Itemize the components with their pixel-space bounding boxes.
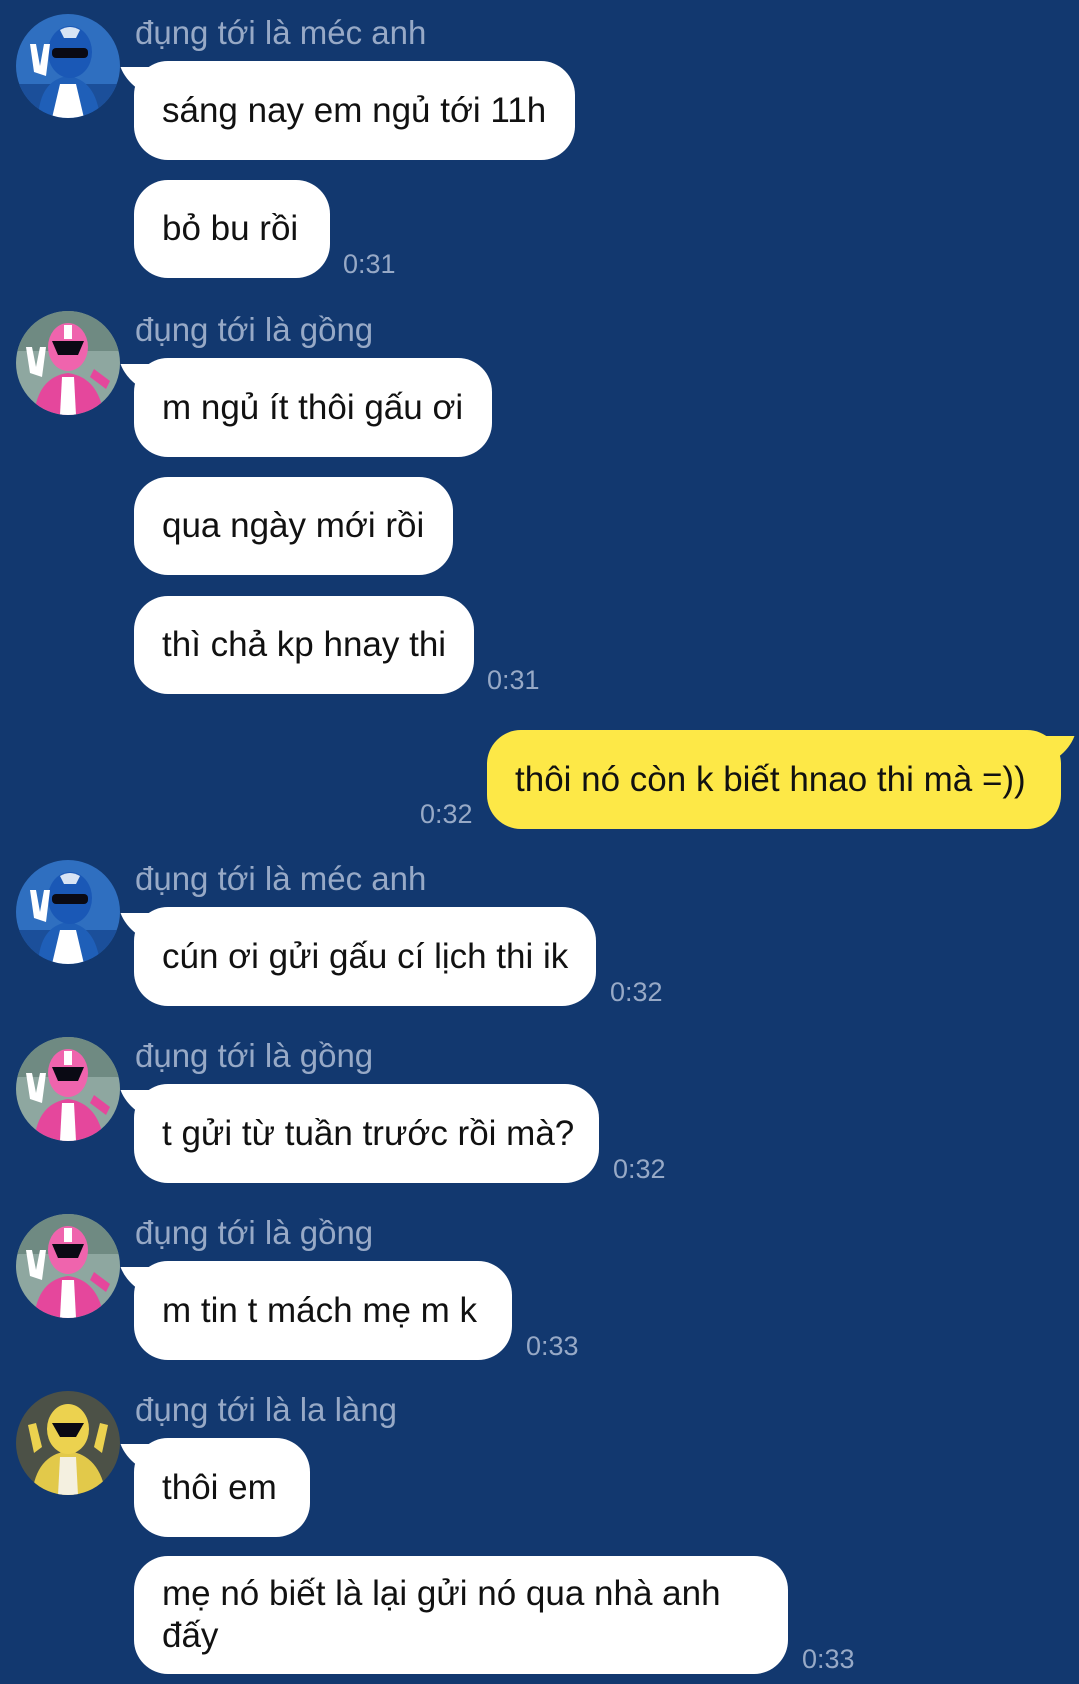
sender-name: đụng tới là la làng [135, 1391, 397, 1428]
message-time: 0:32 [613, 1154, 666, 1184]
message-bubble[interactable]: sáng nay em ngủ tới 11h [120, 61, 575, 160]
message-bubble[interactable]: m ngủ ít thôi gấu ơi [120, 358, 492, 457]
message-bubble[interactable]: qua ngày mới rồi [134, 477, 453, 575]
sender-name: đụng tới là méc anh [135, 14, 427, 51]
blue-ranger-avatar[interactable] [16, 14, 120, 118]
message-time: 0:32 [420, 799, 473, 829]
pink-ranger-avatar[interactable] [16, 1214, 120, 1318]
yellow-ranger-avatar[interactable] [16, 1391, 120, 1495]
message-bubble[interactable]: thôi em [120, 1438, 310, 1537]
message-time: 0:31 [487, 665, 540, 695]
message-time: 0:33 [802, 1644, 855, 1674]
pink-ranger-avatar[interactable] [16, 311, 120, 415]
blue-ranger-avatar[interactable] [16, 860, 120, 964]
message-time: 0:33 [526, 1331, 579, 1361]
message-bubble[interactable]: t gửi từ tuần trước rồi mà? [120, 1084, 599, 1183]
message-bubble[interactable]: mẹ nó biết là lại gửi nó qua nhà anh đấy [134, 1556, 788, 1674]
sender-name: đụng tới là gồng [135, 311, 374, 348]
message-time: 0:31 [343, 249, 396, 279]
message-bubble[interactable]: bỏ bu rồi [134, 180, 330, 278]
sender-name: đụng tới là méc anh [135, 860, 427, 897]
pink-ranger-avatar[interactable] [16, 1037, 120, 1141]
message-bubble[interactable]: cún ơi gửi gấu cí lịch thi ik [120, 907, 596, 1006]
message-time: 0:32 [610, 977, 663, 1007]
sender-name: đụng tới là gồng [135, 1214, 374, 1251]
message-bubble[interactable]: m tin t mách mẹ m k [120, 1261, 512, 1360]
sender-name: đụng tới là gồng [135, 1037, 374, 1074]
my-message-bubble[interactable]: thôi nó còn k biết hnao thi mà =)) [487, 730, 1075, 829]
message-bubble[interactable]: thì chả kp hnay thi [134, 596, 474, 694]
